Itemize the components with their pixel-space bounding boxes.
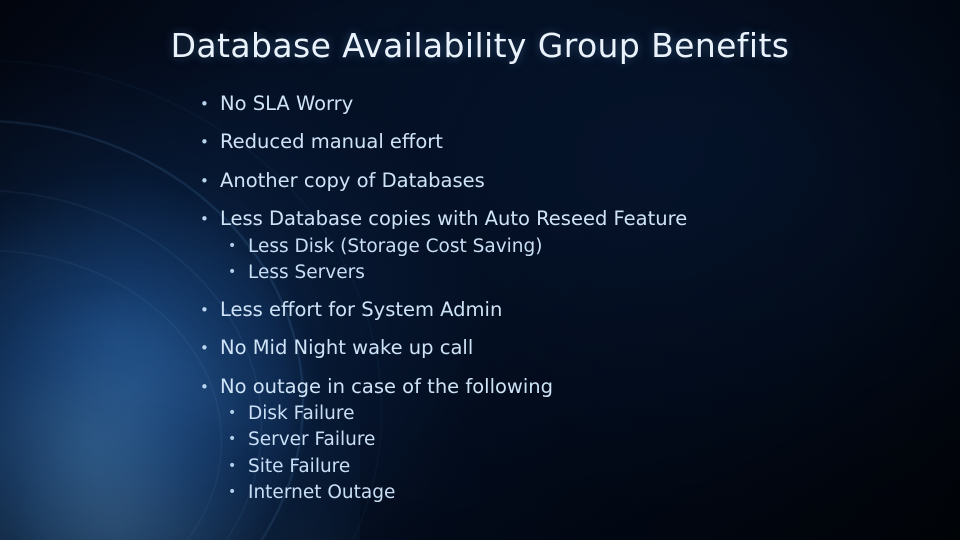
bullet-icon: • [228, 237, 237, 254]
sub-list-item-label: Disk Failure [248, 402, 355, 424]
bullet-icon: • [200, 133, 209, 152]
slide-title: Database Availability Group Benefits [170, 26, 790, 65]
bullet-icon: • [228, 431, 237, 448]
list-item: • No SLA Worry [196, 92, 896, 116]
bullet-icon: • [228, 264, 237, 281]
bullet-icon: • [228, 484, 237, 500]
sub-list-item: • Disk Failure [220, 402, 896, 424]
list-item-label: Reduced manual effort [220, 130, 443, 154]
bullet-icon: • [200, 377, 209, 396]
bullet-icon: • [200, 95, 209, 113]
sub-list-item: • Internet Outage [220, 482, 896, 503]
sub-bullet-list: • Less Disk (Storage Cost Saving) • Less… [220, 235, 896, 284]
bullet-icon: • [200, 300, 209, 319]
sub-bullet-list: • Disk Failure • Server Failure • Site F… [220, 402, 896, 503]
list-item-label: Less Database copies with Auto Reseed Fe… [220, 207, 688, 231]
slide: Database Availability Group Benefits • N… [0, 0, 960, 540]
list-item: • No Mid Night wake up call [196, 336, 896, 360]
slide-body: • No SLA Worry • Reduced manual effort •… [196, 92, 896, 509]
bullet-icon: • [200, 171, 209, 190]
list-item-label: No SLA Worry [220, 92, 354, 115]
sub-list-item-label: Internet Outage [248, 482, 396, 503]
sub-list-item-label: Site Failure [248, 455, 351, 477]
sub-list-item: • Site Failure [220, 455, 896, 477]
sub-list-item-label: Less Disk (Storage Cost Saving) [248, 235, 543, 257]
list-item-label: Less effort for System Admin [220, 297, 503, 321]
bullet-icon: • [200, 210, 209, 229]
sub-list-item: • Server Failure [220, 430, 896, 450]
list-item: • Less effort for System Admin [196, 298, 896, 322]
sub-list-item-label: Less Servers [248, 262, 365, 284]
list-item-label: Another copy of Databases [220, 168, 485, 192]
bullet-icon: • [200, 339, 209, 358]
bullet-icon: • [228, 457, 237, 474]
sub-list-item-label: Server Failure [248, 429, 376, 451]
list-item: • Less Database copies with Auto Reseed … [196, 207, 896, 283]
list-item-label: No Mid Night wake up call [220, 336, 474, 360]
bullet-icon: • [228, 404, 237, 421]
list-item: • Reduced manual effort [196, 130, 896, 154]
bullet-list: • No SLA Worry • Reduced manual effort •… [196, 92, 896, 503]
sub-list-item: • Less Disk (Storage Cost Saving) [220, 235, 896, 257]
list-item-label: No outage in case of the following [220, 374, 554, 398]
sub-list-item: • Less Servers [220, 263, 896, 283]
list-item: • No outage in case of the following • D… [196, 375, 896, 504]
list-item: • Another copy of Databases [196, 169, 896, 193]
background-arc [0, 250, 222, 540]
